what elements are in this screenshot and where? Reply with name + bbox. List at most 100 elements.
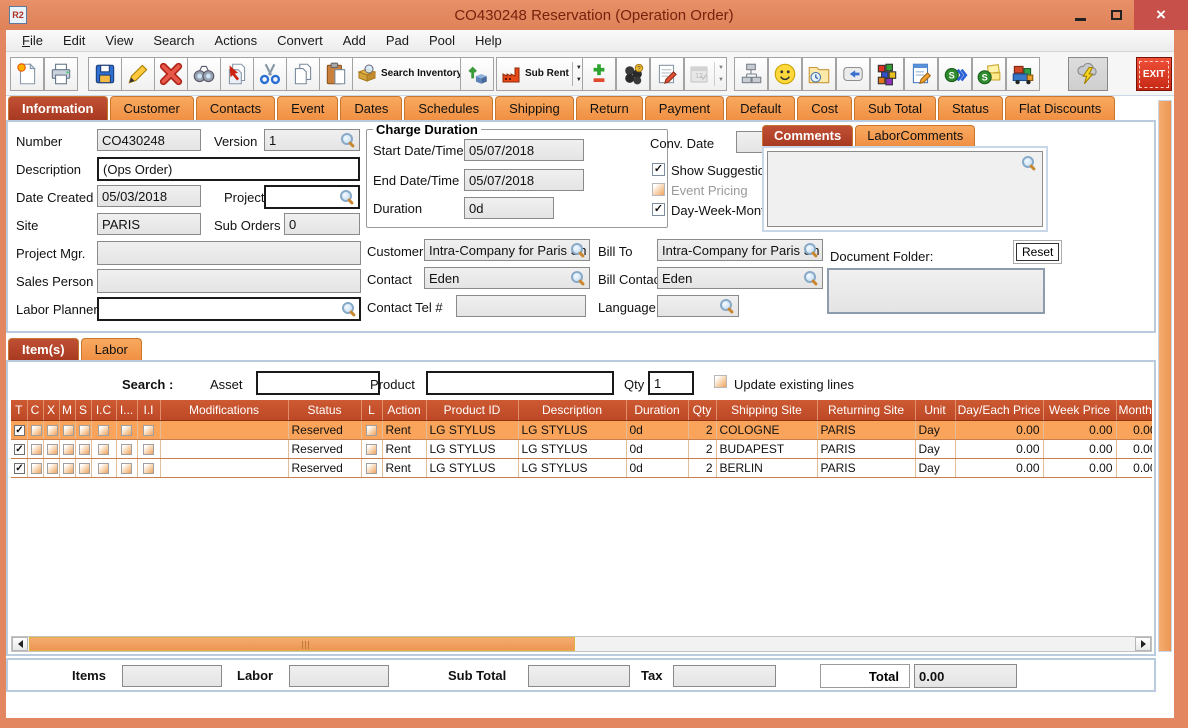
row-checkbox[interactable] — [46, 424, 58, 436]
checkbox-cell[interactable] — [137, 420, 161, 440]
item-row[interactable]: ReservedRentLG STYLUSLG STYLUS0d2COLOGNE… — [11, 420, 1152, 440]
column-header-shipping-site[interactable]: Shipping Site — [716, 400, 818, 421]
checkbox-cell[interactable] — [116, 420, 138, 440]
cell-returning-site[interactable]: PARIS — [817, 439, 916, 459]
quick-action-button[interactable] — [1068, 57, 1108, 91]
cell-unit[interactable]: Day — [915, 458, 956, 478]
exit-button[interactable]: EXIT — [1136, 57, 1172, 91]
cell-qty[interactable]: 2 — [688, 458, 717, 478]
tab-dates[interactable]: Dates — [340, 96, 403, 120]
checkbox-cell[interactable] — [75, 420, 92, 440]
hierarchy-button[interactable] — [734, 57, 768, 91]
menu-help[interactable]: Help — [465, 31, 512, 50]
qty-input[interactable] — [648, 371, 694, 395]
tab-labor-comments[interactable]: LaborComments — [855, 125, 976, 146]
column-header-unit[interactable]: Unit — [915, 400, 956, 421]
column-header-m[interactable]: M — [59, 400, 76, 421]
cell-month-price[interactable]: 0.00 — [1116, 458, 1152, 478]
description-input[interactable] — [97, 157, 360, 181]
cell-day-each-price[interactable]: 0.00 — [955, 420, 1044, 440]
row-checkbox[interactable] — [46, 443, 58, 455]
scroll-left-button[interactable] — [12, 637, 28, 651]
column-header-modifications[interactable]: Modifications — [160, 400, 289, 421]
item-row[interactable]: ReservedRentLG STYLUSLG STYLUS0d2BERLINP… — [11, 458, 1152, 478]
tab-schedules[interactable]: Schedules — [404, 96, 494, 120]
copy-button[interactable] — [286, 57, 320, 91]
checkbox-cell[interactable] — [91, 439, 117, 459]
menu-pad[interactable]: Pad — [376, 31, 419, 50]
tab-items[interactable]: Item(s) — [8, 338, 79, 360]
find-group-button[interactable]: ? — [616, 57, 650, 91]
cell-status[interactable]: Reserved — [288, 439, 362, 459]
minimize-button[interactable] — [1062, 0, 1098, 30]
cell-day-each-price[interactable]: 0.00 — [955, 458, 1044, 478]
sub-rent-dropdown[interactable]: ▼ ▼ — [571, 62, 582, 86]
cell-action[interactable]: Rent — [382, 420, 427, 440]
row-checkbox[interactable] — [30, 424, 42, 436]
folder-recent-button[interactable] — [802, 57, 836, 91]
cut-button[interactable] — [253, 57, 287, 91]
tab-event[interactable]: Event — [277, 96, 339, 120]
cell-shipping-site[interactable]: BUDAPEST — [716, 439, 818, 459]
convert-3d-button[interactable] — [460, 57, 494, 91]
tab-payment[interactable]: Payment — [644, 96, 725, 120]
checkbox-cell[interactable] — [27, 420, 44, 440]
horizontal-scrollbar[interactable] — [11, 636, 1152, 652]
checkbox-cell[interactable] — [11, 458, 28, 478]
bill-contact-lookup-icon[interactable] — [804, 271, 818, 285]
new-document-button[interactable] — [10, 57, 44, 91]
row-checkbox[interactable] — [366, 424, 377, 436]
customer-lookup-icon[interactable] — [571, 243, 585, 257]
tab-status[interactable]: Status — [937, 96, 1003, 120]
tab-shipping[interactable]: Shipping — [495, 96, 574, 120]
cell-week-price[interactable]: 0.00 — [1043, 458, 1117, 478]
tab-cost[interactable]: Cost — [797, 96, 852, 120]
tab-default[interactable]: Default — [726, 96, 796, 120]
edit-document-button[interactable] — [904, 57, 938, 91]
menu-view[interactable]: View — [95, 31, 143, 50]
menu-file[interactable]: File — [12, 31, 53, 50]
tab-customer[interactable]: Customer — [109, 96, 194, 120]
menu-convert[interactable]: Convert — [267, 31, 333, 50]
column-header-l[interactable]: L — [361, 400, 383, 421]
cell-qty[interactable]: 2 — [688, 439, 717, 459]
tab-return[interactable]: Return — [575, 96, 643, 120]
close-button[interactable]: × — [1134, 0, 1188, 30]
checkbox-cell[interactable] — [91, 420, 117, 440]
print-button[interactable] — [44, 57, 78, 91]
checkbox-cell[interactable] — [27, 458, 44, 478]
column-header-month-price[interactable]: Month Price — [1116, 400, 1152, 421]
column-header-day-each-price[interactable]: Day/Each Price — [955, 400, 1044, 421]
column-header-duration[interactable]: Duration — [626, 400, 689, 421]
cell-qty[interactable]: 2 — [688, 420, 717, 440]
checkbox-cell[interactable] — [361, 458, 383, 478]
copy-special-button[interactable] — [220, 57, 254, 91]
cell-week-price[interactable]: 0.00 — [1043, 439, 1117, 459]
menu-pool[interactable]: Pool — [419, 31, 465, 50]
checkbox-cell[interactable] — [11, 439, 28, 459]
cell-duration[interactable]: 0d — [626, 439, 689, 459]
asset-input[interactable] — [256, 371, 380, 395]
column-header-x[interactable]: X — [43, 400, 60, 421]
find-button[interactable] — [187, 57, 221, 91]
menu-add[interactable]: Add — [333, 31, 376, 50]
cell-modifications[interactable] — [160, 439, 289, 459]
horizontal-scroll-thumb[interactable] — [29, 637, 575, 651]
cell-shipping-site[interactable]: COLOGNE — [716, 420, 818, 440]
labor-planner-lookup-icon[interactable] — [342, 302, 356, 316]
tab-labor[interactable]: Labor — [80, 338, 142, 360]
row-checkbox[interactable] — [62, 424, 74, 436]
update-lines-checkbox[interactable] — [714, 375, 727, 388]
sub-rent-button[interactable]: Sub Rent ▼ ▼ — [496, 57, 585, 91]
cell-status[interactable]: Reserved — [288, 458, 362, 478]
shipping-truck-button[interactable] — [1006, 57, 1040, 91]
checkbox-cell[interactable] — [27, 439, 44, 459]
cell-duration[interactable]: 0d — [626, 458, 689, 478]
project-mgr-combo[interactable] — [97, 241, 361, 265]
cell-month-price[interactable]: 0.00 — [1116, 439, 1152, 459]
menu-search[interactable]: Search — [143, 31, 204, 50]
row-checkbox[interactable] — [98, 424, 109, 436]
vertical-scrollbar[interactable] — [1158, 100, 1172, 652]
cell-product-id[interactable]: LG STYLUS — [426, 420, 519, 440]
column-header-product-id[interactable]: Product ID — [426, 400, 519, 421]
